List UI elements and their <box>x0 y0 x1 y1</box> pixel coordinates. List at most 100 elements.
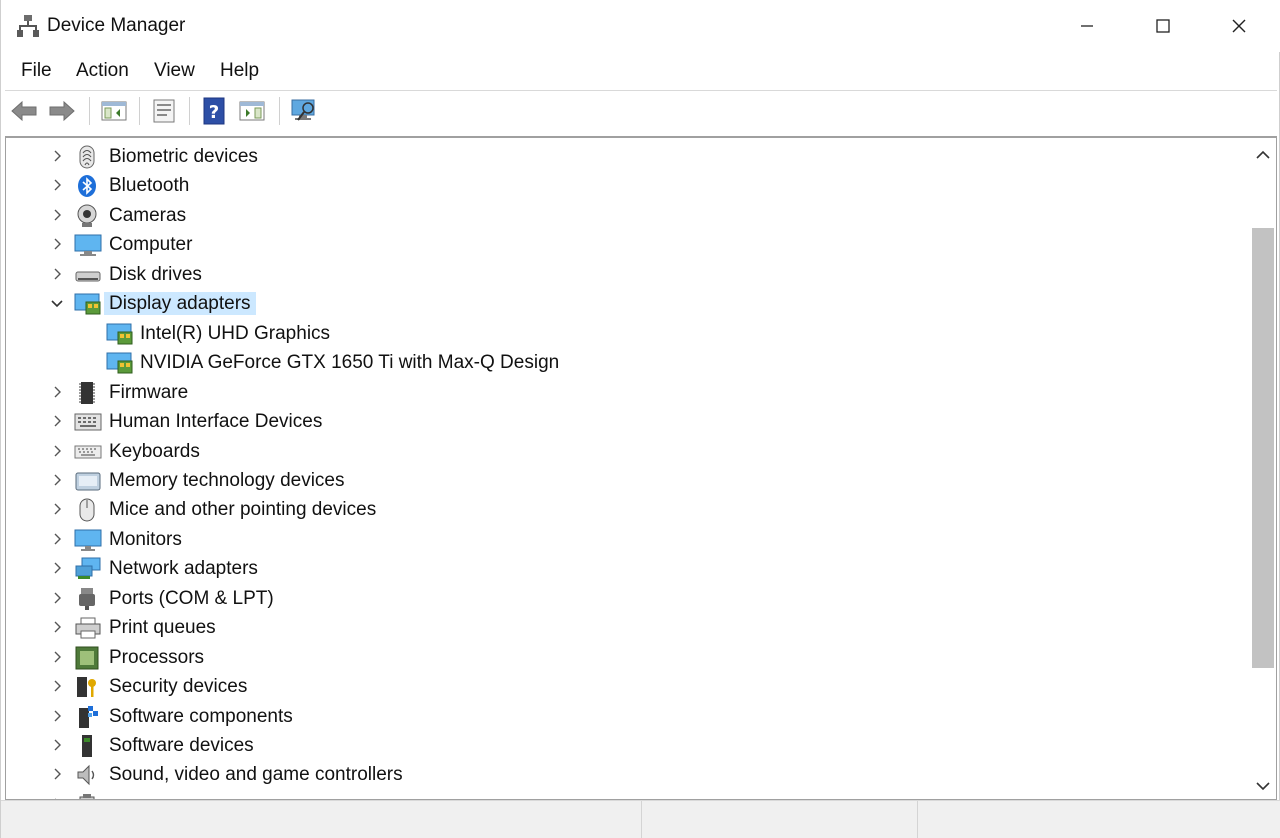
tree-item-label: Human Interface Devices <box>109 411 323 433</box>
tree-category-item[interactable]: Display adapters <box>6 289 1246 318</box>
tree-device-item[interactable]: Intel(R) UHD Graphics <box>6 319 1246 348</box>
expand-toggle[interactable] <box>50 738 64 752</box>
expand-toggle[interactable] <box>50 473 64 487</box>
close-button[interactable] <box>1201 0 1277 52</box>
expand-toggle[interactable] <box>50 650 64 664</box>
expand-toggle[interactable] <box>50 679 64 693</box>
fingerprint-icon <box>74 145 100 169</box>
expand-toggle[interactable] <box>50 620 64 634</box>
chevron-right-icon <box>54 179 61 191</box>
tree-item-label: Mice and other pointing devices <box>109 499 377 521</box>
tree-item-label: Security devices <box>109 676 248 698</box>
camera-icon <box>74 204 100 228</box>
tree-category-item[interactable]: Keyboards <box>6 437 1246 466</box>
expand-toggle[interactable] <box>50 561 64 575</box>
display-adapter-icon <box>106 322 133 346</box>
toolbar-separator <box>139 97 140 125</box>
tree-category-item[interactable]: Software components <box>6 702 1246 731</box>
tree-category-item[interactable]: Human Interface Devices <box>6 407 1246 436</box>
tree-item-label: Bluetooth <box>109 175 190 197</box>
back-arrow-icon <box>11 100 37 122</box>
expand-toggle[interactable] <box>50 178 64 192</box>
scroll-up-button[interactable] <box>1249 142 1276 168</box>
device-manager-window: Device Manager File Action View Help ? B… <box>0 0 1280 838</box>
tree-item-label: Cameras <box>109 204 187 226</box>
minimize-button[interactable] <box>1049 0 1125 52</box>
vertical-scrollbar[interactable] <box>1249 138 1276 798</box>
expand-toggle[interactable] <box>50 267 64 281</box>
tree-category-item[interactable]: Biometric devices <box>6 142 1246 171</box>
expand-toggle[interactable] <box>50 532 64 546</box>
tree-category-item[interactable]: Computer <box>6 230 1246 259</box>
expand-toggle[interactable] <box>50 237 64 251</box>
chevron-down-icon <box>1255 782 1270 791</box>
tree-item-label: Memory technology devices <box>109 469 345 491</box>
processor-icon <box>74 646 100 670</box>
expand-toggle[interactable] <box>50 709 64 723</box>
scroll-thumb[interactable] <box>1252 228 1274 668</box>
chevron-right-icon <box>54 150 61 162</box>
tree-item-label: Software devices <box>109 735 254 756</box>
tree-category-item[interactable]: Mice and other pointing devices <box>6 495 1246 524</box>
tree-category-item[interactable]: Bluetooth <box>6 171 1246 200</box>
show-hide-tree-button[interactable] <box>99 97 129 125</box>
tree-category-item[interactable]: Memory technology devices <box>6 466 1246 495</box>
forward-arrow-icon <box>49 100 75 122</box>
tree-category-item[interactable]: Processors <box>6 643 1246 672</box>
expand-toggle[interactable] <box>50 591 64 605</box>
expand-toggle[interactable] <box>50 208 64 222</box>
chevron-right-icon <box>54 503 61 515</box>
chevron-right-icon <box>54 562 61 574</box>
scroll-down-button[interactable] <box>1249 774 1276 798</box>
tree-category-item[interactable]: Sound, video and game controllers <box>6 760 1246 789</box>
expand-toggle[interactable] <box>50 385 64 399</box>
help-button[interactable]: ? <box>199 97 229 125</box>
software-device-icon <box>74 734 100 758</box>
scan-hardware-changes-icon <box>291 99 315 121</box>
close-icon <box>1232 19 1246 33</box>
collapse-toggle[interactable] <box>50 296 64 310</box>
tree-category-item[interactable]: Print queues <box>6 613 1246 642</box>
maximize-button[interactable] <box>1125 0 1201 52</box>
mouse-icon <box>74 498 100 522</box>
scan-hardware-button[interactable] <box>289 97 319 125</box>
tree-category-item[interactable]: Monitors <box>6 525 1246 554</box>
back-button[interactable] <box>9 97 39 125</box>
menu-view[interactable]: View <box>154 60 195 82</box>
expand-toggle[interactable] <box>50 444 64 458</box>
display-adapter-icon <box>106 351 133 375</box>
update-driver-button[interactable] <box>237 97 267 125</box>
tree-category-item[interactable]: Disk drives <box>6 260 1246 289</box>
forward-button[interactable] <box>47 97 77 125</box>
tree-category-item[interactable]: Cameras <box>6 201 1246 230</box>
expand-toggle[interactable] <box>50 414 64 428</box>
chevron-right-icon <box>54 592 61 604</box>
title-bar[interactable]: Device Manager <box>1 0 1280 52</box>
tree-category-item[interactable]: Software devices <box>6 731 1246 760</box>
tree-item-label: Print queues <box>109 617 216 639</box>
tree-device-item[interactable]: NVIDIA GeForce GTX 1650 Ti with Max-Q De… <box>6 348 1246 377</box>
tree-item-label: Sound, video and game controllers <box>109 764 403 786</box>
tree-category-item[interactable]: Firmware <box>6 378 1246 407</box>
tree-category-item[interactable]: Network adapters <box>6 554 1246 583</box>
properties-button[interactable] <box>149 97 179 125</box>
toolbar-separator <box>189 97 190 125</box>
maximize-icon <box>1156 19 1170 33</box>
menu-file[interactable]: File <box>21 60 52 82</box>
device-tree[interactable]: Biometric devices Bluetooth Cameras Compute… <box>5 136 1277 800</box>
tree-item-label: Display adapters <box>104 292 256 316</box>
tree-item-label: Intel(R) UHD Graphics <box>140 322 331 344</box>
tree-item-label: Processors <box>109 646 205 668</box>
menu-help[interactable]: Help <box>220 60 259 82</box>
speaker-icon <box>74 763 100 787</box>
status-bar <box>1 800 1280 838</box>
expand-toggle[interactable] <box>50 149 64 163</box>
expand-toggle[interactable] <box>50 767 64 781</box>
tree-category-item[interactable]: Ports (COM & LPT) <box>6 584 1246 613</box>
svg-text:?: ? <box>209 102 219 123</box>
expand-toggle[interactable] <box>50 502 64 516</box>
menu-action[interactable]: Action <box>76 60 129 82</box>
tree-category-item[interactable]: Security devices <box>6 672 1246 701</box>
tree-category-item[interactable] <box>6 790 1246 799</box>
chevron-right-icon <box>54 533 61 545</box>
